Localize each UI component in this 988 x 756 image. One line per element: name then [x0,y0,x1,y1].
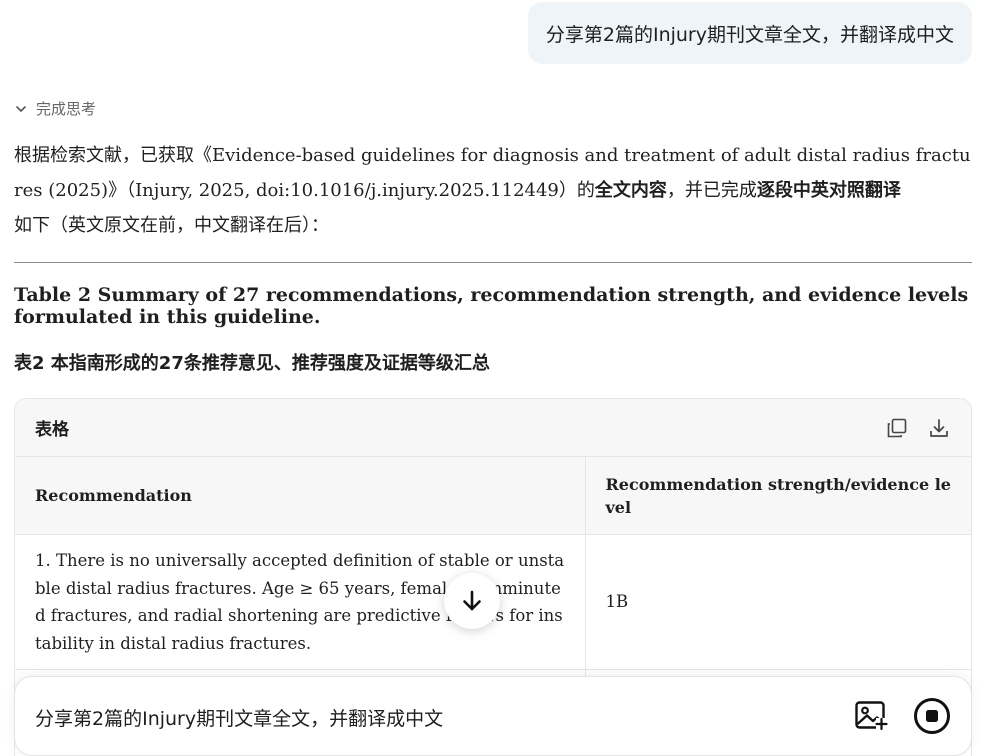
intro-bold-2: 逐段中英对照翻译 [756,180,901,201]
intro-text-3: 如下（英文原文在前，中文翻译在后）： [14,215,329,236]
column-header-recommendation: Recommendation [15,457,585,535]
copy-button[interactable] [885,416,909,440]
image-upload-icon [855,701,888,731]
table-toolbar: 表格 [15,399,971,457]
scroll-to-bottom-button[interactable] [444,573,500,629]
section-divider [14,262,972,263]
intro-bold-1: 全文内容 [594,180,667,201]
copy-icon [887,418,907,437]
table-tools [885,416,951,440]
stop-generation-button[interactable] [913,697,951,735]
intro-text-2: ，并已完成 [666,180,757,201]
message-input[interactable]: 分享第2篇的Injury期刊文章全文，并翻译成中文 [35,677,795,756]
table-header-row: Recommendation Recommendation strength/e… [15,457,971,535]
thinking-label: 完成思考 [36,100,97,118]
download-button[interactable] [927,416,951,440]
intro-paragraph: 根据检索文献，已获取《Evidence-based guidelines for… [14,138,972,243]
table-heading-english: Table 2 Summary of 27 recommendations, r… [14,284,969,328]
stop-icon [914,698,950,734]
table-title: 表格 [35,420,69,440]
message-composer: 分享第2篇的Injury期刊文章全文，并翻译成中文 [14,676,972,756]
download-icon [930,418,948,437]
column-header-strength: Recommendation strength/evidence level [584,457,971,535]
user-message-bubble: 分享第2篇的Injury期刊文章全文，并翻译成中文 [527,2,972,64]
thinking-toggle[interactable]: 完成思考 [14,98,96,119]
image-upload-button[interactable] [853,697,889,733]
arrow-down-icon [463,590,481,611]
strength-cell: 1B [584,534,971,670]
chevron-down-icon [16,105,26,112]
chat-page: 分享第2篇的Injury期刊文章全文，并翻译成中文 完成思考 根据检索文献，已获… [0,0,988,756]
table-heading-chinese: 表2 本指南形成的27条推荐意见、推荐强度及证据等级汇总 [14,353,490,374]
user-message-text: 分享第2篇的Injury期刊文章全文，并翻译成中文 [545,23,954,46]
